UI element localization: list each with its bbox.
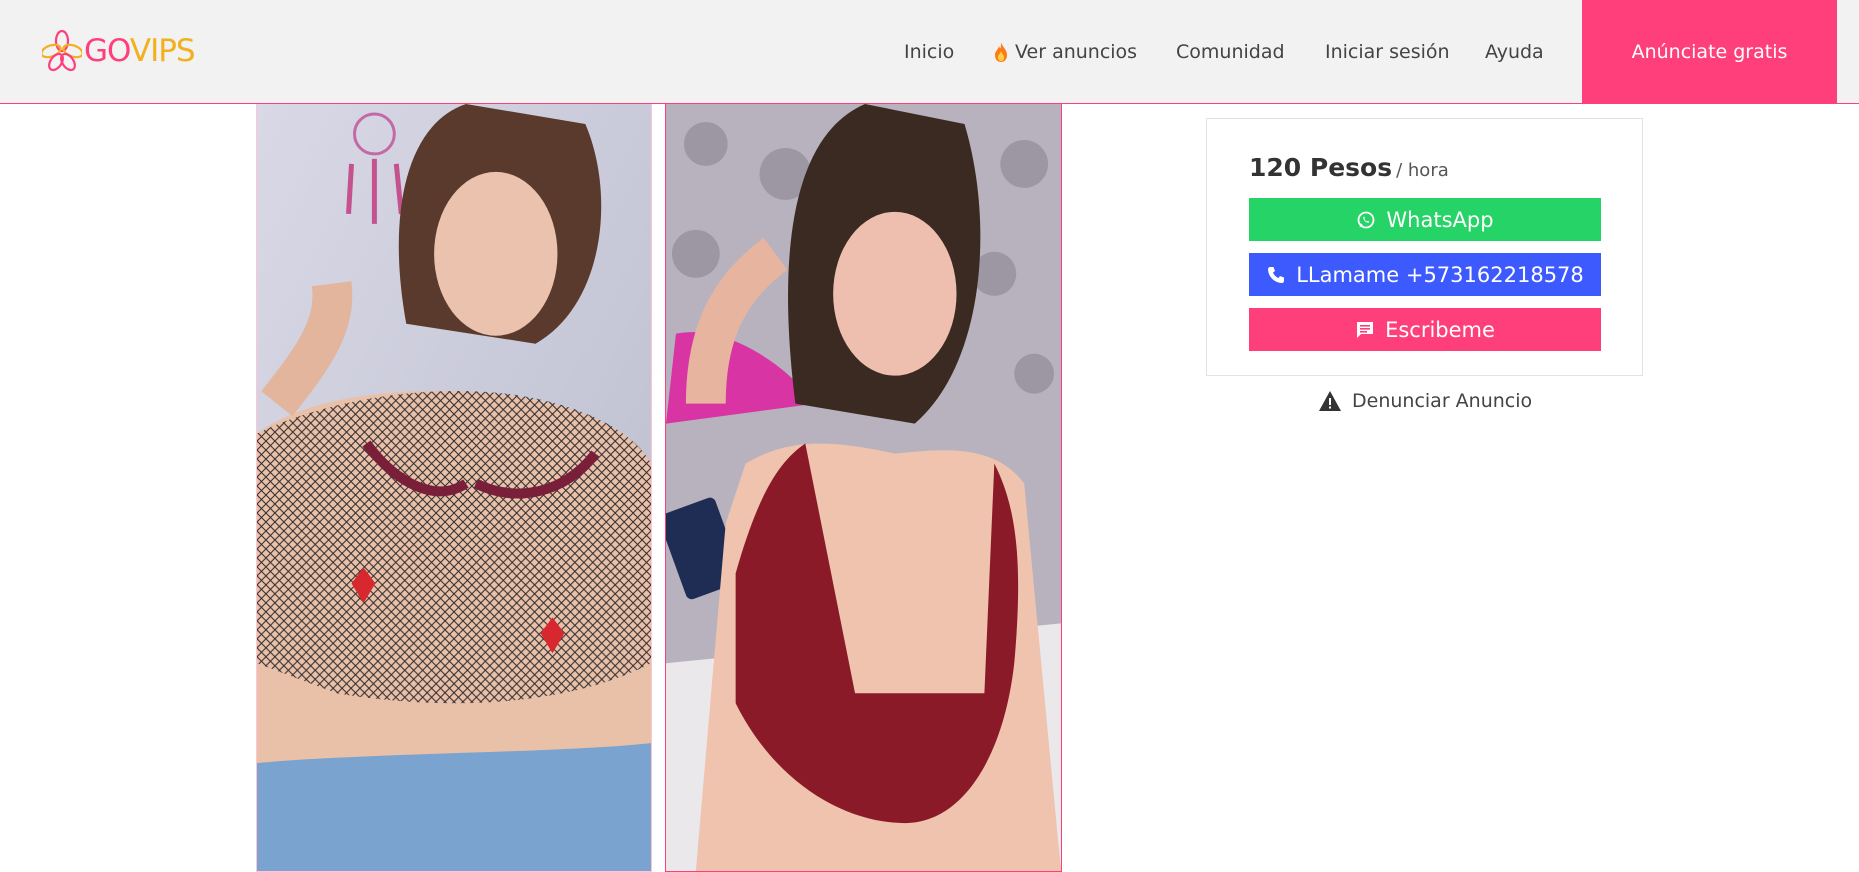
chat-icon — [1357, 321, 1374, 338]
message-button[interactable]: Escribeme — [1249, 308, 1601, 351]
whatsapp-icon — [1358, 211, 1375, 228]
flower-logo-icon — [42, 29, 82, 72]
top-navbar: GOVIPS Inicio Ver anuncios Comunidad Ini… — [0, 0, 1859, 104]
listing-photo-1[interactable] — [256, 104, 652, 872]
photo-2-image — [666, 104, 1061, 871]
whatsapp-button[interactable]: WhatsApp — [1249, 198, 1601, 241]
call-label: LLamame +573162218578 — [1296, 262, 1584, 287]
nav-iniciar-sesion[interactable]: Iniciar sesión — [1325, 0, 1450, 104]
nav-ayuda[interactable]: Ayuda — [1485, 0, 1544, 104]
warning-icon — [1319, 391, 1341, 411]
nav-ver-anuncios[interactable]: Ver anuncios — [993, 0, 1137, 104]
site-logo[interactable]: GOVIPS — [42, 28, 196, 74]
report-label: Denunciar Anuncio — [1352, 390, 1533, 412]
fire-icon — [995, 42, 1007, 62]
nav-ver-anuncios-label: Ver anuncios — [1015, 41, 1138, 63]
photo-1-image — [257, 104, 651, 871]
report-ad-link[interactable]: Denunciar Anuncio — [1318, 386, 1532, 416]
price-unit: / hora — [1396, 160, 1449, 181]
nav-comunidad[interactable]: Comunidad — [1176, 0, 1285, 104]
nav-inicio[interactable]: Inicio — [904, 0, 954, 104]
logo-text: GOVIPS — [84, 33, 196, 69]
message-label: Escribeme — [1385, 317, 1495, 342]
price-amount: 120 Pesos — [1249, 153, 1393, 182]
call-button[interactable]: LLamame +573162218578 — [1249, 253, 1601, 296]
listing-photo-2[interactable] — [665, 104, 1062, 872]
advertise-free-button[interactable]: Anúnciate gratis — [1582, 0, 1837, 104]
price: 120 Pesos / hora — [1249, 153, 1449, 182]
whatsapp-label: WhatsApp — [1386, 207, 1494, 232]
contact-card: 120 Pesos / hora WhatsApp LLamame +57316… — [1206, 118, 1643, 376]
phone-icon — [1268, 266, 1285, 283]
